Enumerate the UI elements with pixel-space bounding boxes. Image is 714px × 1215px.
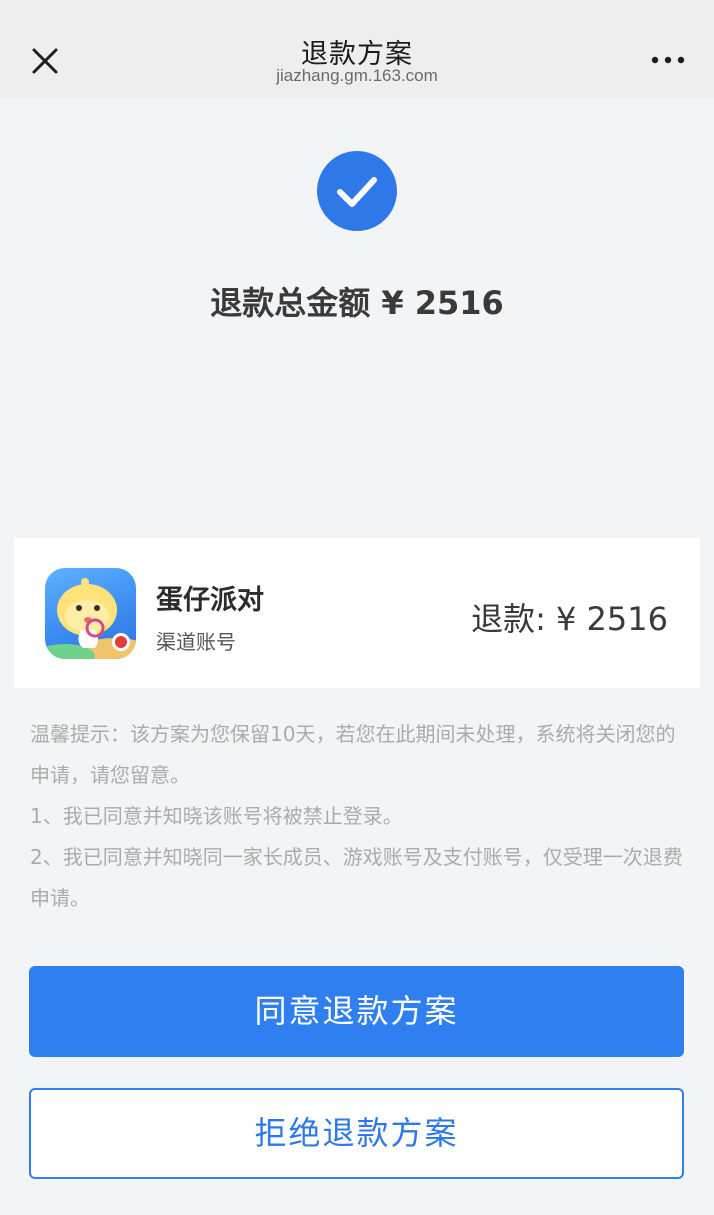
game-app-icon bbox=[45, 568, 136, 659]
notice-line: 温馨提示：该方案为您保留10天，若您在此期间未处理，系统将关闭您的申请，请您留意… bbox=[30, 722, 676, 787]
refund-amount: 退款: ¥ 2516 bbox=[471, 600, 668, 638]
notice-text: 温馨提示：该方案为您保留10天，若您在此期间未处理，系统将关闭您的申请，请您留意… bbox=[30, 714, 690, 919]
nav-bar: 退款方案 jiazhang.gm.163.com bbox=[0, 0, 714, 98]
more-horizontal-icon[interactable] bbox=[650, 50, 686, 70]
notice-line: 2、我已同意并知晓同一家长成员、游戏账号及支付账号，仅受理一次退费申请。 bbox=[30, 845, 683, 910]
refund-total: 退款总金额 ¥ 2516 bbox=[210, 284, 504, 322]
reject-refund-button[interactable]: 拒绝退款方案 bbox=[29, 1088, 684, 1179]
agree-refund-button[interactable]: 同意退款方案 bbox=[29, 966, 684, 1057]
account-type: 渠道账号 bbox=[156, 630, 236, 654]
notice-line: 1、我已同意并知晓该账号将被禁止登录。 bbox=[30, 804, 403, 828]
page-url: jiazhang.gm.163.com bbox=[276, 66, 438, 85]
app-name: 蛋仔派对 bbox=[156, 585, 264, 616]
refund-item-card: 蛋仔派对 渠道账号 退款: ¥ 2516 bbox=[14, 538, 700, 688]
check-circle-icon bbox=[317, 151, 397, 231]
